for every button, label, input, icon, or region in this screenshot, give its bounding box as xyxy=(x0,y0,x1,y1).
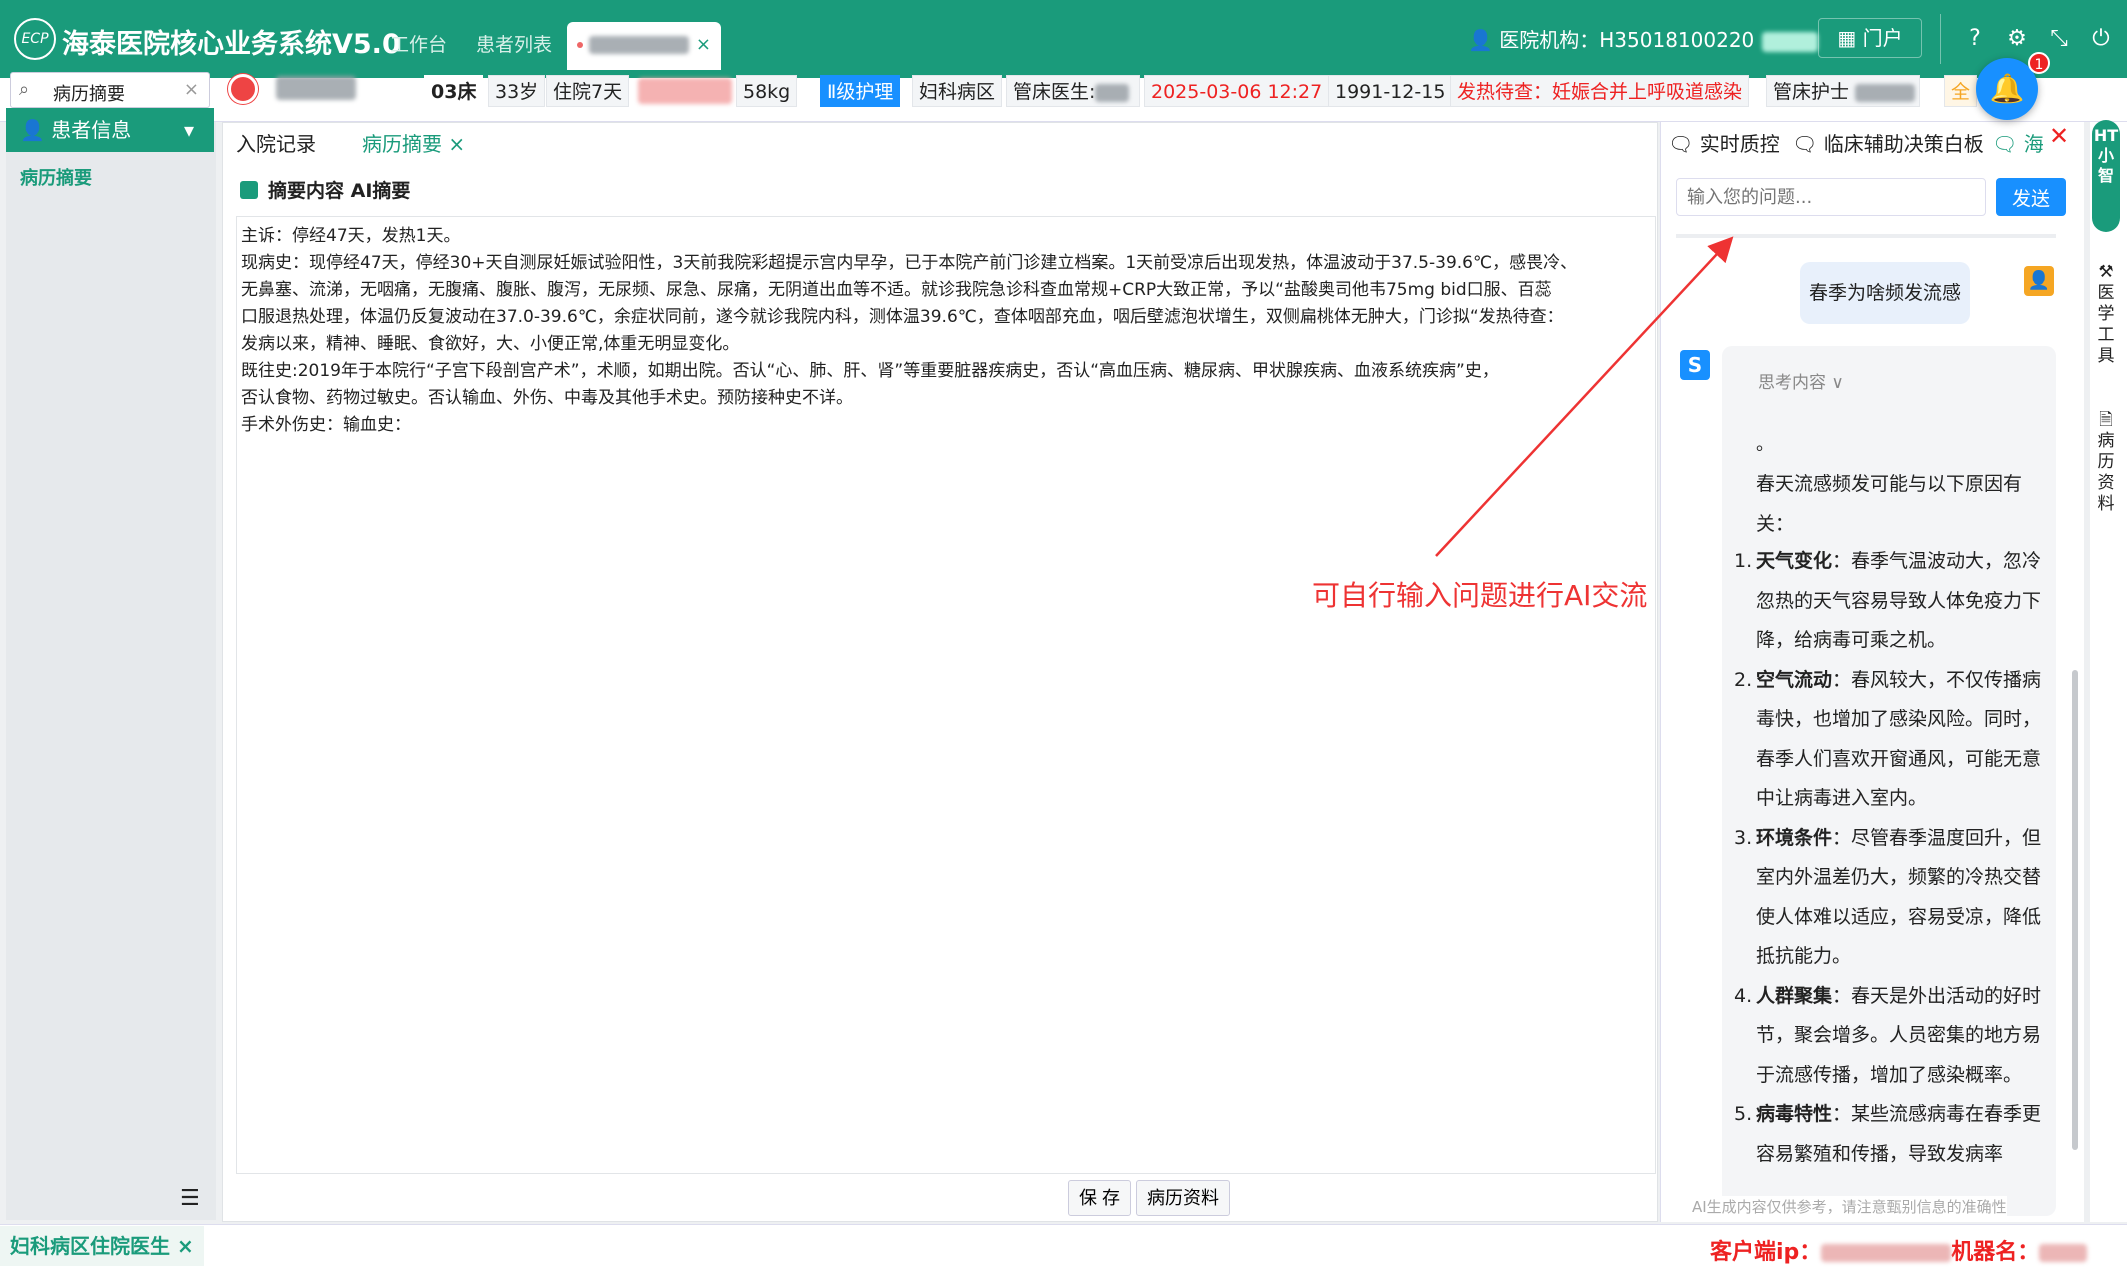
tab-gyn-ward-doctor[interactable]: 妇科病区住院医生 × xyxy=(0,1226,204,1266)
annotation-callout: 可自行输入问题进行AI交流 xyxy=(1312,579,1648,612)
redacted-ip xyxy=(1821,1244,1952,1262)
close-icon[interactable]: × xyxy=(177,1234,194,1258)
client-info: 客户端ip： 机器名： xyxy=(1710,1234,2088,1266)
redacted-machine xyxy=(2039,1244,2088,1262)
annotation-arrow xyxy=(1435,236,1734,557)
client-ip-label: 客户端ip： xyxy=(1710,1240,1822,1265)
tab-label: 妇科病区住院医生 xyxy=(10,1234,170,1258)
machine-label: 机器名： xyxy=(1951,1240,2040,1265)
